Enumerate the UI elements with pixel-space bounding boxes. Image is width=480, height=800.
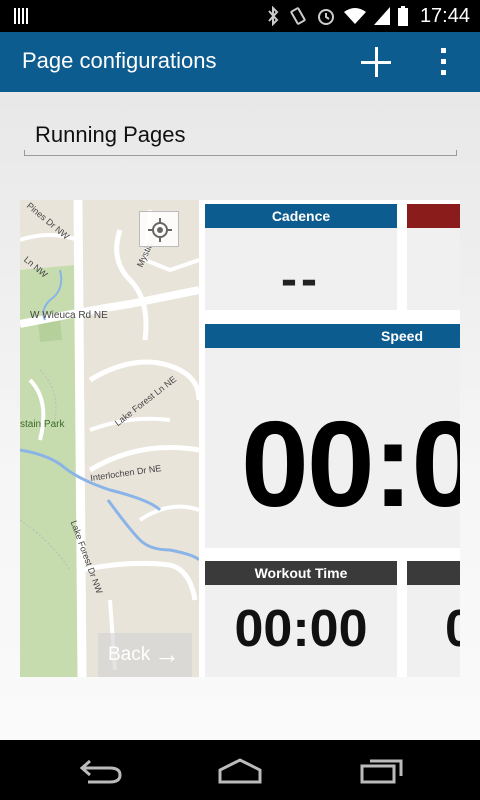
workout-time-tile[interactable]: Workout Time 00:00 [205, 561, 397, 677]
speed-label: Speed [381, 328, 424, 344]
map-label: W Wieuca Rd NE [30, 310, 108, 321]
speed-tile[interactable]: Speed 00:00 [205, 324, 460, 548]
status-icons: 17:44 [266, 4, 470, 28]
speed-value: 00:00 [241, 396, 460, 532]
back-nav-button[interactable] [78, 758, 122, 784]
signal-icon [373, 7, 390, 25]
vibrate-icon [290, 7, 306, 25]
status-bar: 17:44 [0, 0, 480, 32]
page-title: Page configurations [22, 48, 217, 73]
alarm-icon [317, 9, 334, 25]
my-location-icon [148, 218, 172, 242]
recents-nav-button[interactable] [360, 758, 404, 784]
map-label: stain Park [20, 419, 65, 430]
partial-tile-header [407, 561, 460, 585]
speed-header: Speed [205, 324, 460, 348]
partial-tile-value: 0 [445, 600, 460, 658]
partial-tile[interactable]: 0 [407, 561, 460, 677]
workout-time-header: Workout Time [205, 561, 397, 585]
overflow-dot-3 [441, 70, 446, 75]
notification-icon [14, 8, 28, 24]
page-preview-pager[interactable]: Pines Dr NW Ln NW Mystic W Wieuca Rd NE … [20, 200, 460, 677]
workout-time-value: 00:00 [234, 600, 368, 658]
page-name-input[interactable]: Running Pages [24, 120, 457, 156]
overflow-dot-1 [441, 48, 446, 53]
overflow-dot-2 [441, 59, 446, 64]
arrow-right-icon: → [154, 639, 180, 669]
cadence-header: Cadence [205, 204, 397, 228]
my-location-button[interactable] [139, 211, 179, 247]
battery-icon [397, 6, 408, 26]
bluetooth-icon [268, 6, 279, 26]
cadence-tile[interactable]: Cadence -- [205, 204, 397, 310]
home-nav-button[interactable] [216, 758, 264, 784]
status-time: 17:44 [419, 4, 470, 27]
navigation-bar [0, 740, 480, 800]
content-area: Running Pages Pines Dr NW Ln NW Mystic W… [0, 92, 480, 740]
app-bar: Page configurations [0, 32, 480, 92]
wifi-icon [343, 8, 366, 24]
back-button[interactable]: Back → [98, 633, 192, 677]
add-page-button[interactable] [356, 40, 396, 84]
back-label: Back [108, 644, 151, 665]
red-tile-header [407, 204, 460, 228]
red-tile[interactable] [407, 204, 460, 310]
overflow-menu-button[interactable] [432, 44, 456, 80]
map-page[interactable]: Pines Dr NW Ln NW Mystic W Wieuca Rd NE … [20, 200, 199, 677]
cadence-value: -- [281, 253, 321, 306]
